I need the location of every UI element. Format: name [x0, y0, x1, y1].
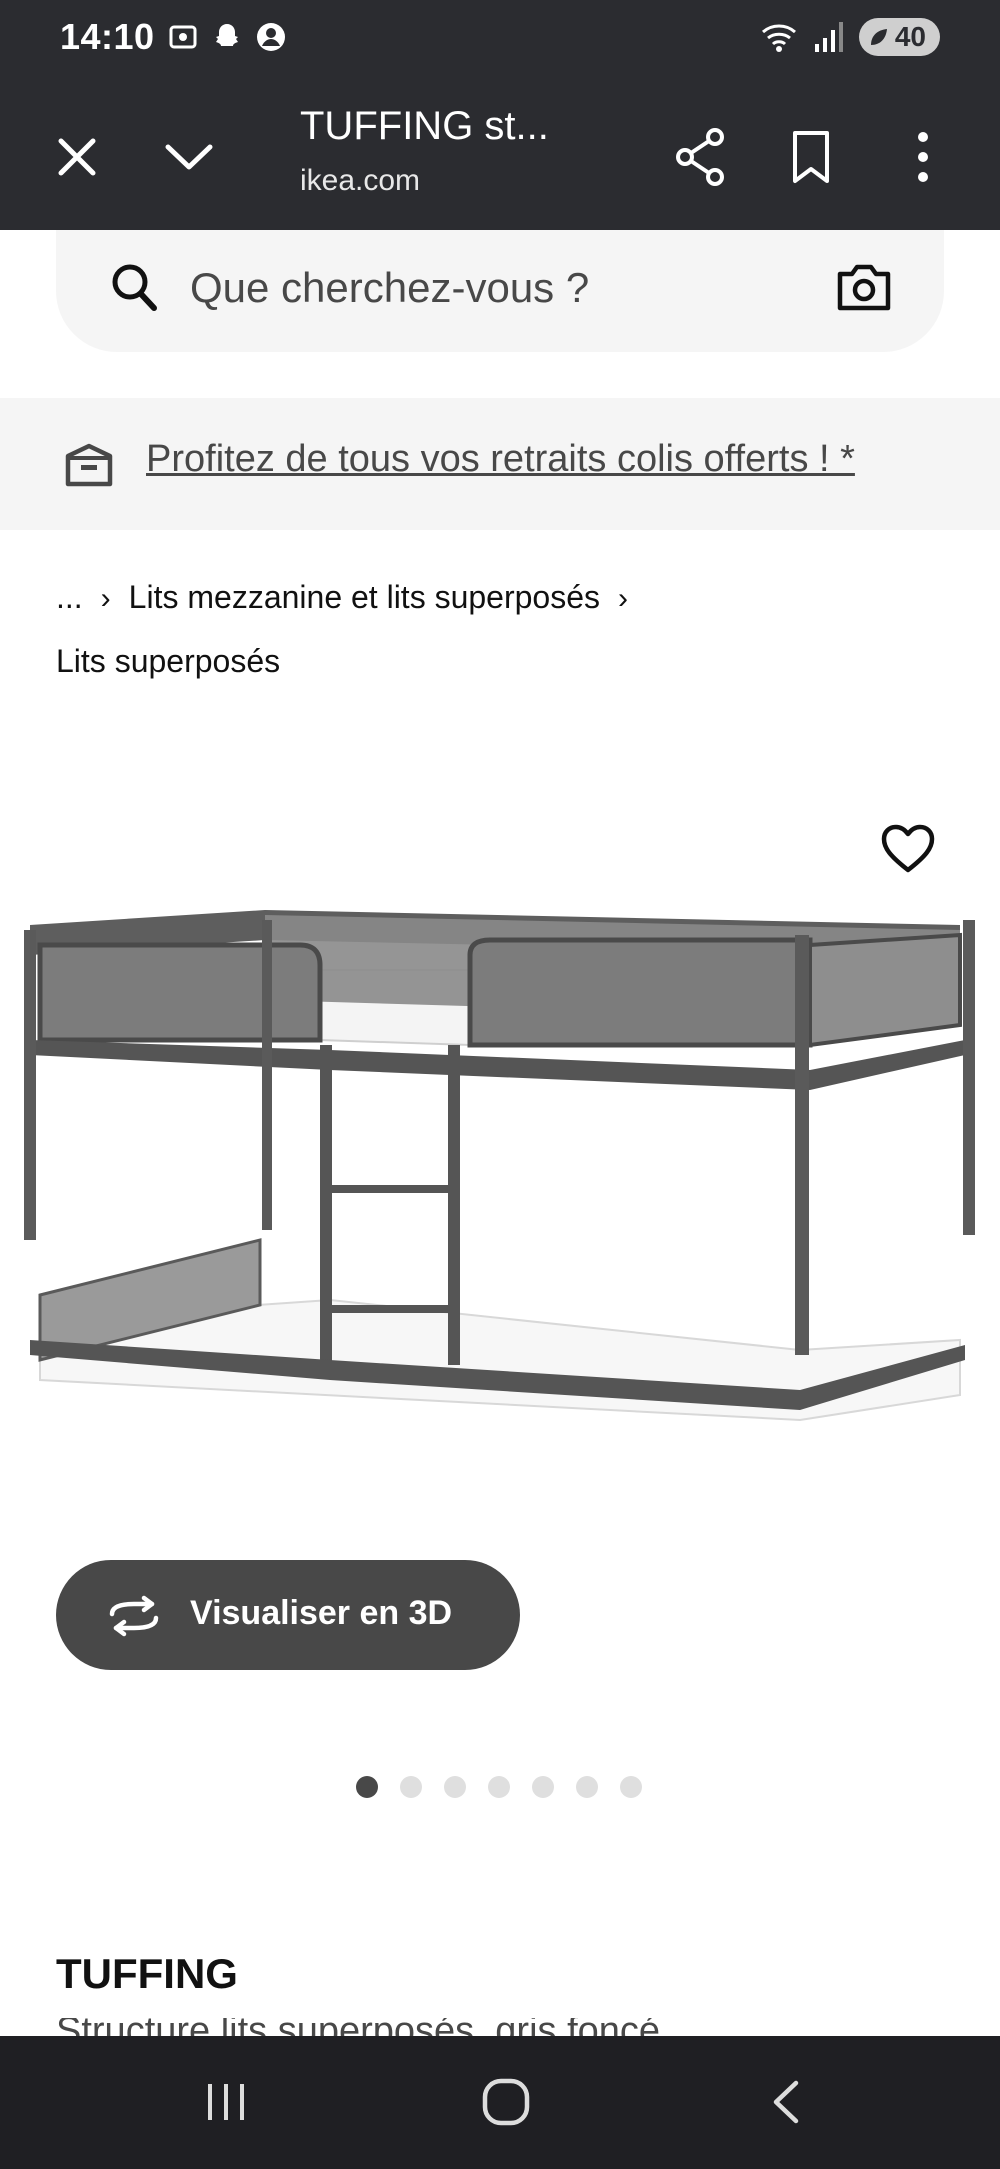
search-icon: [112, 264, 157, 311]
system-nav-bar: [0, 2036, 1000, 2169]
status-bar: 14:10 40: [0, 0, 1000, 78]
wifi-icon: [761, 24, 796, 52]
heart-icon[interactable]: [880, 822, 936, 878]
more-menu-button[interactable]: [888, 122, 958, 192]
carousel-dot[interactable]: [488, 1776, 510, 1798]
product-subtitle: Structure lits superposés, gris foncé: [56, 2018, 956, 2036]
carousel-dot[interactable]: [620, 1776, 642, 1798]
chevron-right-icon: ›: [618, 582, 629, 615]
recent-apps-button[interactable]: [196, 2072, 256, 2132]
share-icon: [676, 128, 724, 186]
search-bar[interactable]: Que cherchez-vous ?: [56, 230, 944, 352]
snapchat-icon: [216, 24, 238, 46]
status-time: 14:10: [60, 16, 155, 57]
account-icon: [257, 23, 285, 51]
home-button[interactable]: [476, 2072, 536, 2132]
close-tab-button[interactable]: [42, 122, 112, 192]
upper-guard-left: [37, 942, 323, 1043]
carousel-dot[interactable]: [576, 1776, 598, 1798]
product-image[interactable]: [0, 760, 1000, 1620]
upper-guard-right: [467, 937, 813, 1048]
ladder-rung-2: [332, 1305, 448, 1313]
carousel-dot[interactable]: [444, 1776, 466, 1798]
back-button[interactable]: [756, 2072, 816, 2132]
view-3d-button[interactable]: Visualiser en 3D: [56, 1560, 520, 1670]
page-url: ikea.com: [300, 164, 421, 197]
promo-banner: Profitez de tous vos retraits colis offe…: [0, 398, 1000, 530]
page-title: TUFFING st...: [300, 104, 549, 148]
carousel-dot[interactable]: [356, 1776, 378, 1798]
chevron-down-icon: [165, 144, 213, 170]
product-subtitle-wrap: Structure lits superposés, gris foncé: [56, 2018, 956, 2036]
recent-apps-icon: [208, 2084, 244, 2120]
post-back-left: [262, 920, 272, 1230]
rotate-3d-icon: [109, 1595, 159, 1637]
breadcrumb-item-mezzanine[interactable]: Lits mezzanine et lits superposés: [129, 579, 600, 615]
back-icon: [773, 2080, 799, 2124]
bookmark-icon: [793, 131, 829, 183]
post-back-right: [963, 920, 975, 1235]
promo-link[interactable]: Profitez de tous vos retraits colis offe…: [146, 438, 855, 481]
browser-bar: TUFFING st... ikea.com: [0, 78, 1000, 230]
more-vert-icon: [918, 132, 928, 182]
battery-saver-icon: [870, 29, 887, 45]
breadcrumb: ... › Lits mezzanine et lits superposés › Li…: [56, 566, 956, 692]
ladder-rail-left: [320, 1045, 332, 1365]
close-icon: [58, 138, 96, 176]
carousel-indicator: [356, 1776, 642, 1798]
parcel-pickup-icon: [65, 443, 113, 487]
bookmark-button[interactable]: [776, 122, 846, 192]
ladder-rail-right: [448, 1045, 460, 1365]
home-icon: [482, 2078, 530, 2126]
status-icons-left: [166, 20, 288, 54]
ladder-rung-1: [332, 1185, 448, 1193]
camera-icon[interactable]: [836, 262, 892, 312]
carousel-dot[interactable]: [532, 1776, 554, 1798]
chevron-right-icon: ›: [100, 582, 111, 615]
search-input[interactable]: Que cherchez-vous ?: [190, 264, 589, 312]
post-front-left: [24, 930, 36, 1240]
signal-icon: [814, 22, 843, 52]
carousel-dot[interactable]: [400, 1776, 422, 1798]
battery-level: 40: [894, 21, 926, 52]
breadcrumb-item-superposes[interactable]: Lits superposés: [56, 643, 280, 679]
breadcrumb-ellipsis[interactable]: ...: [56, 579, 83, 615]
post-front-right: [795, 935, 809, 1355]
share-button[interactable]: [666, 122, 736, 192]
upper-end-mesh: [808, 932, 962, 1048]
battery-indicator: 40: [858, 18, 940, 56]
status-icons-right: 40: [759, 18, 940, 56]
product-name: TUFFING: [56, 1950, 238, 1997]
screen-record-icon: [169, 25, 197, 49]
view-3d-label: Visualiser en 3D: [190, 1594, 453, 1632]
collapse-button[interactable]: [154, 122, 224, 192]
